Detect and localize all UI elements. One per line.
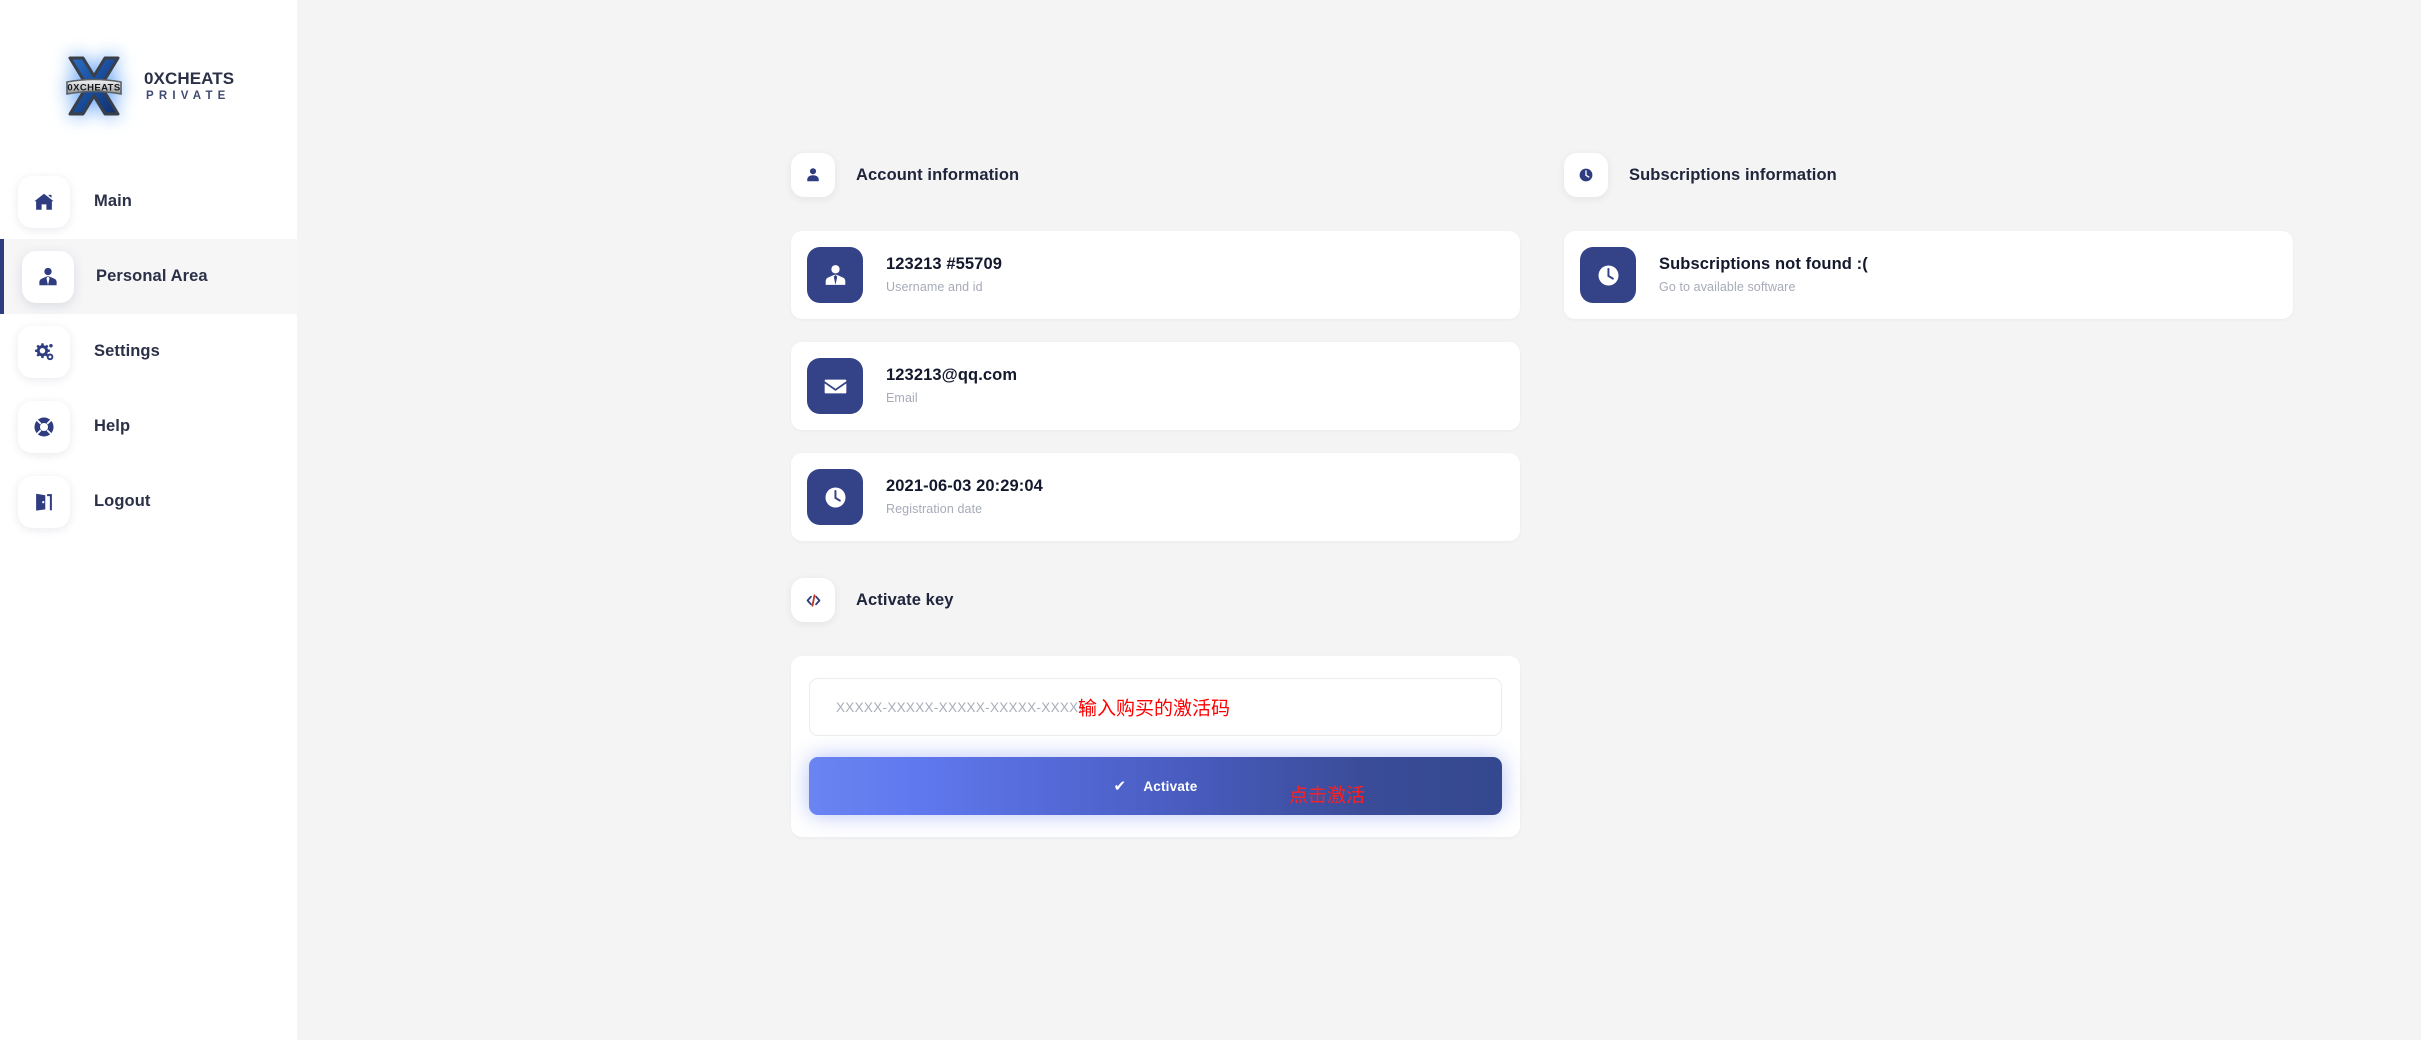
card-text: 2021-06-03 20:29:04 Registration date bbox=[886, 477, 1043, 517]
account-card-email[interactable]: 123213@qq.com Email bbox=[791, 342, 1520, 430]
svg-text:0XCHEATS: 0XCHEATS bbox=[67, 83, 120, 94]
section-title: Activate key bbox=[856, 590, 954, 609]
brand-logo-icon: 0XCHEATS bbox=[58, 50, 130, 122]
card-secondary: Go to available software bbox=[1659, 280, 1796, 295]
brand-title: 0XCHEATS bbox=[144, 68, 235, 88]
activation-key-input[interactable] bbox=[809, 678, 1502, 736]
subscriptions-information-header: Subscriptions information bbox=[1564, 152, 2293, 198]
activate-key-section: Activate key 输入购买的激活码 ✔ Activate bbox=[791, 577, 1520, 837]
sidebar-item-main[interactable]: Main bbox=[0, 164, 297, 239]
subscription-card-empty[interactable]: Subscriptions not found :( Go to availab… bbox=[1564, 231, 2293, 319]
activate-button[interactable]: ✔ Activate bbox=[809, 757, 1502, 815]
section-title: Account information bbox=[856, 165, 1020, 184]
clock-icon bbox=[1580, 247, 1636, 303]
sidebar: 0XCHEATS 0XCHEATS PRIVATE Main Personal … bbox=[0, 0, 297, 1040]
account-card-username[interactable]: 123213 #55709 Username and id bbox=[791, 231, 1520, 319]
right-column: Subscriptions information Subscriptions … bbox=[1564, 152, 2293, 342]
sidebar-item-logout[interactable]: Logout bbox=[0, 464, 297, 539]
sidebar-item-label: Main bbox=[94, 192, 132, 210]
sidebar-item-label: Personal Area bbox=[96, 267, 208, 285]
user-tie-icon bbox=[22, 250, 74, 303]
app-root: 0XCHEATS 0XCHEATS PRIVATE Main Personal … bbox=[0, 0, 2421, 1040]
sidebar-item-label: Help bbox=[94, 417, 131, 435]
brand[interactable]: 0XCHEATS 0XCHEATS PRIVATE bbox=[0, 0, 297, 150]
card-primary: 2021-06-03 20:29:04 bbox=[886, 476, 1043, 495]
activate-key-header: Activate key bbox=[791, 577, 1520, 623]
card-text: 123213@qq.com Email bbox=[886, 366, 1017, 406]
sidebar-item-personal-area[interactable]: Personal Area bbox=[0, 239, 297, 314]
account-information-header: Account information bbox=[791, 152, 1520, 198]
life-ring-icon bbox=[18, 400, 70, 453]
content-columns: Account information 123213 #55709 Userna… bbox=[297, 0, 2421, 837]
envelope-icon bbox=[807, 358, 863, 414]
user-icon bbox=[791, 153, 835, 197]
code-icon bbox=[791, 578, 835, 622]
home-icon bbox=[18, 175, 70, 228]
check-icon: ✔ bbox=[1113, 777, 1127, 795]
clock-icon bbox=[1564, 153, 1608, 197]
account-card-registration-date[interactable]: 2021-06-03 20:29:04 Registration date bbox=[791, 453, 1520, 541]
door-exit-icon bbox=[18, 475, 70, 528]
main-content: Account information 123213 #55709 Userna… bbox=[297, 0, 2421, 1040]
card-secondary: Email bbox=[886, 391, 918, 406]
section-title: Subscriptions information bbox=[1629, 165, 1837, 184]
activate-button-label: Activate bbox=[1143, 778, 1198, 794]
activate-key-card: 输入购买的激活码 ✔ Activate 点击激活 bbox=[791, 656, 1520, 837]
sidebar-item-label: Logout bbox=[94, 492, 151, 510]
sidebar-item-settings[interactable]: Settings bbox=[0, 314, 297, 389]
sidebar-item-help[interactable]: Help bbox=[0, 389, 297, 464]
card-text: Subscriptions not found :( Go to availab… bbox=[1659, 255, 1868, 295]
card-secondary: Username and id bbox=[886, 280, 983, 295]
card-secondary: Registration date bbox=[886, 502, 983, 517]
user-tie-icon bbox=[807, 247, 863, 303]
card-primary: Subscriptions not found :( bbox=[1659, 254, 1868, 273]
card-primary: 123213@qq.com bbox=[886, 365, 1018, 384]
gears-icon bbox=[18, 325, 70, 378]
left-column: Account information 123213 #55709 Userna… bbox=[791, 152, 1520, 837]
brand-subtitle: PRIVATE bbox=[146, 90, 231, 103]
card-text: 123213 #55709 Username and id bbox=[886, 255, 1002, 295]
key-input-wrapper: 输入购买的激活码 bbox=[809, 678, 1502, 736]
activate-button-wrapper: ✔ Activate 点击激活 bbox=[809, 757, 1502, 815]
brand-text: 0XCHEATS PRIVATE bbox=[144, 68, 235, 103]
card-primary: 123213 #55709 bbox=[886, 254, 1003, 273]
sidebar-item-label: Settings bbox=[94, 342, 160, 360]
sidebar-nav: Main Personal Area Settings Help Logout bbox=[0, 164, 297, 539]
clock-icon bbox=[807, 469, 863, 525]
